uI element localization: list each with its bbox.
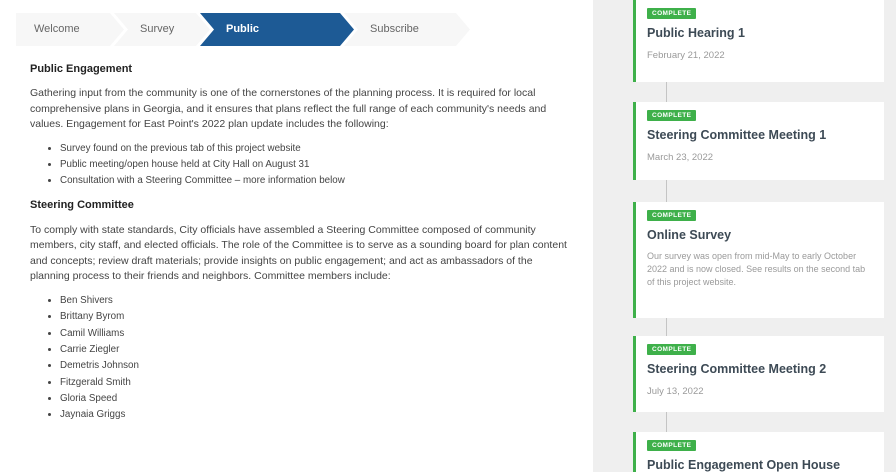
timeline-date: February 21, 2022 <box>647 50 725 61</box>
list-item: Demetris Johnson <box>60 358 575 374</box>
list-item: Public meeting/open house held at City H… <box>60 157 575 173</box>
list-item: Survey found on the previous tab of this… <box>60 141 575 157</box>
tab-welcome[interactable]: Welcome <box>16 13 124 46</box>
status-badge: COMPLETE <box>647 440 697 451</box>
tab-survey[interactable]: Survey <box>114 13 210 46</box>
list-item: Carrie Ziegler <box>60 342 575 358</box>
timeline-title: Public Engagement Open House <box>647 458 841 472</box>
list-item: Fitzgerald Smith <box>60 375 575 391</box>
timeline-connector <box>666 412 667 432</box>
timeline-card[interactable]: COMPLETE Public Engagement Open House <box>633 432 884 472</box>
members-list: Ben Shivers Brittany Byrom Camil William… <box>30 293 575 423</box>
timeline-description: Our survey was open from mid-May to earl… <box>647 251 866 288</box>
timeline-card[interactable]: COMPLETE Public Hearing 1 February 21, 2… <box>633 0 884 82</box>
timeline-title: Steering Committee Meeting 2 <box>647 362 827 376</box>
timeline-title: Steering Committee Meeting 1 <box>647 128 827 142</box>
main-content: Public Engagement Gathering input from t… <box>30 62 575 431</box>
timeline-title: Public Hearing 1 <box>647 26 745 40</box>
timeline-date: March 23, 2022 <box>647 152 714 163</box>
timeline-card[interactable]: COMPLETE Steering Committee Meeting 1 Ma… <box>633 102 884 180</box>
engagement-paragraph: Gathering input from the community is on… <box>30 87 547 131</box>
status-badge: COMPLETE <box>647 210 697 221</box>
list-item: Ben Shivers <box>60 293 575 309</box>
timeline-connector <box>666 180 667 202</box>
timeline-card[interactable]: COMPLETE Online Survey Our survey was op… <box>633 202 884 318</box>
list-item: Camil Williams <box>60 326 575 342</box>
timeline-connector <box>666 318 667 336</box>
tab-subscribe[interactable]: Subscribe <box>344 13 470 46</box>
engagement-heading: Public Engagement <box>30 63 133 75</box>
timeline-sidebar: COMPLETE Public Hearing 1 February 21, 2… <box>593 0 896 472</box>
timeline-connector <box>666 82 667 102</box>
timeline-card[interactable]: COMPLETE Steering Committee Meeting 2 Ju… <box>633 336 884 412</box>
list-item: Consultation with a Steering Committee –… <box>60 173 575 189</box>
status-badge: COMPLETE <box>647 110 697 121</box>
committee-heading: Steering Committee <box>30 198 134 211</box>
timeline-date: July 13, 2022 <box>647 386 704 397</box>
step-tabs: Welcome Survey Public Engagement Subscri… <box>16 13 576 46</box>
status-badge: COMPLETE <box>647 8 697 19</box>
list-item: Gloria Speed <box>60 391 575 407</box>
engagement-list: Survey found on the previous tab of this… <box>30 141 575 190</box>
status-badge: COMPLETE <box>647 344 697 355</box>
list-item: Brittany Byrom <box>60 309 575 325</box>
tab-public-engagement[interactable]: Public Engagement <box>200 13 354 46</box>
timeline-title: Online Survey <box>647 228 732 242</box>
list-item: Jaynaia Griggs <box>60 407 575 423</box>
committee-paragraph: To comply with state standards, City off… <box>30 223 567 283</box>
